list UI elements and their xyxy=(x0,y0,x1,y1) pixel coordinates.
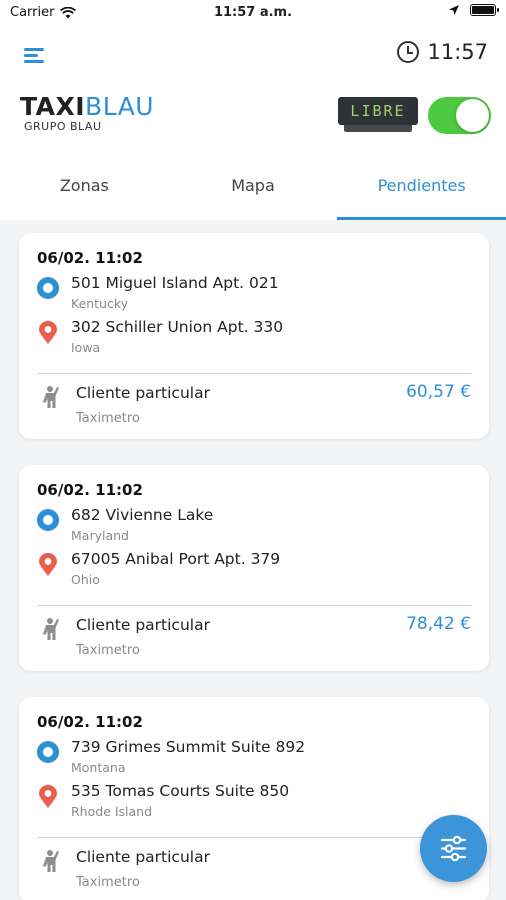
taxi-libre-sign: LIBRE xyxy=(338,97,418,133)
origin-region: Maryland xyxy=(71,528,129,543)
destination-region: Ohio xyxy=(71,572,100,587)
location-pin-icon xyxy=(37,785,59,808)
tab-zonas[interactable]: Zonas xyxy=(0,170,169,220)
payment-method: Taximetro xyxy=(76,411,140,426)
menu-icon[interactable] xyxy=(24,46,48,64)
client-label: Cliente particular xyxy=(76,616,210,634)
client-label: Cliente particular xyxy=(76,848,210,866)
battery-icon xyxy=(470,4,499,16)
card-divider xyxy=(37,373,471,374)
origin-dot-icon xyxy=(37,741,59,763)
tab-pendientes[interactable]: Pendientes xyxy=(337,170,506,220)
libre-sign-base xyxy=(344,125,412,132)
payment-method: Taximetro xyxy=(76,643,140,658)
order-date: 06/02. 11:02 xyxy=(37,481,143,499)
libre-sign-text: LIBRE xyxy=(338,97,418,125)
payment-method: Taximetro xyxy=(76,875,140,890)
person-hailing-icon xyxy=(41,847,63,873)
toggle-knob xyxy=(456,99,489,132)
location-arrow-icon xyxy=(449,5,459,15)
order-card[interactable]: 06/02. 11:02 501 Miguel Island Apt. 021 … xyxy=(19,233,489,439)
tab-bar: Zonas Mapa Pendientes xyxy=(0,170,506,220)
origin-dot-icon xyxy=(37,509,59,531)
order-date: 06/02. 11:02 xyxy=(37,713,143,731)
destination-address: 67005 Anibal Port Apt. 379 xyxy=(71,550,281,568)
origin-address: 739 Grimes Summit Suite 892 xyxy=(71,738,306,756)
origin-address: 682 Vivienne Lake xyxy=(71,506,214,524)
client-label: Cliente particular xyxy=(76,384,210,402)
destination-region: Rhode Island xyxy=(71,804,153,819)
destination-address: 535 Tomas Courts Suite 850 xyxy=(71,782,290,800)
logo-subtitle: GRUPO BLAU xyxy=(24,120,102,133)
filter-button[interactable] xyxy=(420,815,487,882)
status-bar: Carrier 11:57 a.m. xyxy=(0,0,506,26)
status-time: 11:57 a.m. xyxy=(213,5,293,20)
availability-toggle[interactable] xyxy=(428,97,491,134)
card-divider xyxy=(37,837,471,838)
location-pin-icon xyxy=(37,321,59,344)
sliders-icon xyxy=(440,835,467,862)
order-card[interactable]: 06/02. 11:02 682 Vivienne Lake Maryland … xyxy=(19,465,489,671)
clock-icon xyxy=(397,41,420,63)
person-hailing-icon xyxy=(41,383,63,409)
location-pin-icon xyxy=(37,553,59,576)
pending-orders-list: 06/02. 11:02 501 Miguel Island Apt. 021 … xyxy=(0,220,506,900)
logo-wordmark: TAXIBLAU xyxy=(20,92,155,121)
origin-address: 501 Miguel Island Apt. 021 xyxy=(71,274,279,292)
origin-region: Kentucky xyxy=(71,296,129,311)
origin-dot-icon xyxy=(37,277,59,299)
origin-region: Montana xyxy=(71,760,126,775)
taxiblau-logo: TAXIBLAU GRUPO BLAU xyxy=(20,92,155,134)
clock: 11:57 xyxy=(397,40,488,64)
card-divider xyxy=(37,605,471,606)
status-right xyxy=(448,4,499,16)
person-hailing-icon xyxy=(41,615,63,641)
order-price: 60,57 € xyxy=(406,382,471,402)
order-date: 06/02. 11:02 xyxy=(37,249,143,267)
clock-time: 11:57 xyxy=(427,40,488,64)
destination-region: Iowa xyxy=(71,340,101,355)
destination-address: 302 Schiller Union Apt. 330 xyxy=(71,318,284,336)
order-price: 78,42 € xyxy=(406,614,471,634)
tab-mapa[interactable]: Mapa xyxy=(169,170,338,220)
app-header: 11:57 TAXIBLAU GRUPO BLAU LIBRE Zonas Ma… xyxy=(0,26,506,220)
order-card[interactable]: 06/02. 11:02 739 Grimes Summit Suite 892… xyxy=(19,697,489,900)
